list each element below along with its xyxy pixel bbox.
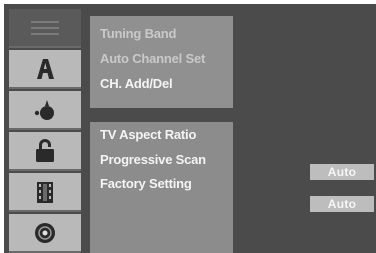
recording-icon: [32, 179, 58, 205]
setup-menu-screen: Tuning Band Auto Channel Set CH. Add/Del…: [4, 4, 376, 253]
tab-disc[interactable]: [9, 214, 81, 253]
lock-icon: [31, 137, 59, 165]
tab-recording[interactable]: [9, 173, 81, 212]
tab-lock[interactable]: [9, 132, 81, 171]
menu-item-factory-setting[interactable]: Factory Setting: [100, 176, 192, 191]
tab-general[interactable]: [9, 9, 81, 48]
menu-item-tv-aspect-ratio[interactable]: TV Aspect Ratio: [100, 127, 196, 142]
menu-item-auto-channel-set[interactable]: Auto Channel Set: [100, 51, 205, 66]
menu-item-ch-add-del[interactable]: CH. Add/Del: [100, 76, 173, 91]
menu-item-progressive-scan[interactable]: Progressive Scan: [100, 152, 206, 167]
tab-audio[interactable]: [9, 91, 81, 130]
general-settings-icon: [25, 17, 65, 39]
category-sidebar: [9, 9, 81, 253]
menu-panel-display: TV Aspect Ratio Progressive Scan Factory…: [90, 122, 233, 253]
language-icon: [32, 56, 58, 82]
value-box-auto[interactable]: Auto: [310, 164, 374, 180]
tab-language[interactable]: [9, 50, 81, 89]
disc-icon: [32, 220, 58, 246]
menu-panel-tuning: Tuning Band Auto Channel Set CH. Add/Del: [90, 16, 233, 108]
value-box-auto[interactable]: Auto: [310, 196, 374, 212]
menu-item-tuning-band[interactable]: Tuning Band: [100, 26, 176, 41]
audio-icon: [30, 97, 60, 123]
